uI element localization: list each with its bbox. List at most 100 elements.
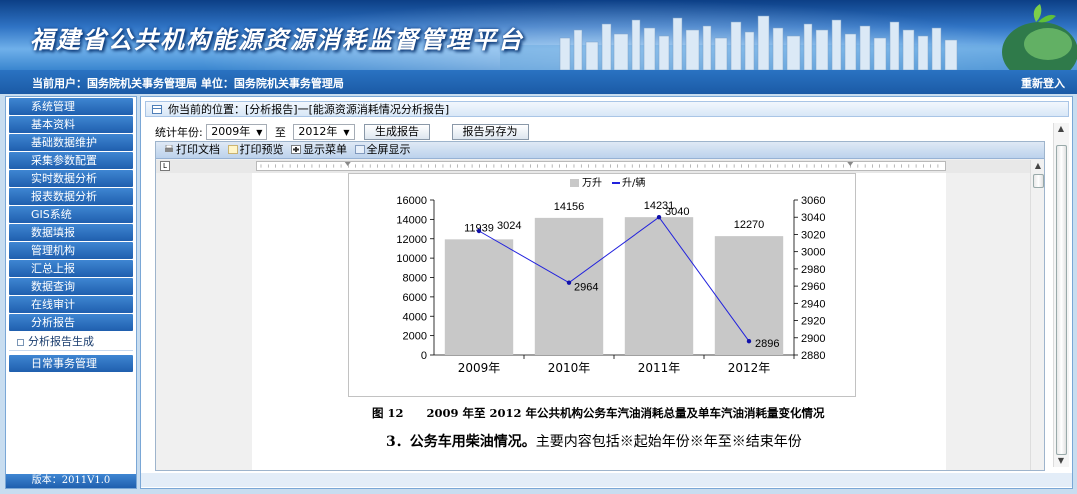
nav-item[interactable]: GIS系统 xyxy=(9,206,133,223)
y-right-tick-label: 3020 xyxy=(801,229,825,241)
line-value-label: 3040 xyxy=(665,206,689,218)
y-left-tick-label: 14000 xyxy=(396,214,427,226)
bottom-strip xyxy=(141,473,1072,487)
nav-subitem-report-generation[interactable]: 分析报告生成 xyxy=(9,332,133,351)
year-from-value: 2009年 xyxy=(211,125,251,138)
section-3-paragraph: 3．公务车用柴油情况。主要内容包括※起始年份※年至※结束年份 xyxy=(386,431,802,451)
figure-caption: 图 12 2009 年至 2012 年公共机构公务车汽油消耗总量及单车汽油消耗量… xyxy=(372,406,825,420)
scroll-thumb[interactable] xyxy=(1056,145,1067,455)
left-nav: 系统管理 基本资料 基础数据维护 采集参数配置 实时数据分析 报表数据分析 GIS系统 数据填… xyxy=(5,96,137,489)
nav-item[interactable]: 管理机构 xyxy=(9,242,133,259)
legend-swatch-bar xyxy=(570,179,579,187)
fullscreen-button[interactable]: 全屏显示 xyxy=(353,142,413,158)
scroll-thumb[interactable] xyxy=(1033,174,1044,188)
nav-item[interactable]: 在线审计 xyxy=(9,296,133,313)
nav-list: 系统管理 基本资料 基础数据维护 采集参数配置 实时数据分析 报表数据分析 GIS系统 数据填… xyxy=(6,98,136,372)
line-value-label: 3024 xyxy=(497,220,521,232)
report-viewer: 打印文档 打印预览 显示菜单 全屏显示 L 万升 升/辆 0 2000 4000… xyxy=(155,141,1045,471)
banner-title: 福建省公共机构能源资源消耗监督管理平台 xyxy=(30,26,524,54)
y-left-tick-label: 10000 xyxy=(396,253,427,265)
nav-item-daily-affairs[interactable]: 日常事务管理 xyxy=(9,355,133,372)
fullscreen-icon xyxy=(354,145,365,154)
viewer-toolbar: 打印文档 打印预览 显示菜单 全屏显示 xyxy=(156,142,1044,159)
nav-item[interactable]: 采集参数配置 xyxy=(9,152,133,169)
y-left-tick-label: 8000 xyxy=(403,273,427,285)
x-tick-label: 2010年 xyxy=(548,361,591,375)
viewer-vertical-scrollbar[interactable]: ▲ xyxy=(1030,160,1044,470)
nav-item[interactable]: 基础数据维护 xyxy=(9,134,133,151)
dropdown-arrow-icon: ▼ xyxy=(343,128,350,137)
nav-item[interactable]: 系统管理 xyxy=(9,98,133,115)
nav-item[interactable]: 数据查询 xyxy=(9,278,133,295)
y-right-tick-label: 3040 xyxy=(801,212,825,224)
print-preview-button[interactable]: 打印预览 xyxy=(226,142,286,158)
show-menu-label: 显示菜单 xyxy=(303,143,347,156)
y-right-tick-label: 2880 xyxy=(801,350,825,362)
breadcrumb: 你当前的位置：[分析报告]一[能源资源消耗情况分析报告] xyxy=(145,101,1069,117)
main-panel: 你当前的位置：[分析报告]一[能源资源消耗情况分析报告] 统计年份: 2009年… xyxy=(140,96,1073,489)
bar-value-label: 12270 xyxy=(734,219,765,231)
section-3-text: 主要内容包括※起始年份※年至※结束年份 xyxy=(535,434,802,450)
year-to-value: 2012年 xyxy=(298,125,338,138)
y-right-tick-label: 2980 xyxy=(801,264,825,276)
city-skyline-image xyxy=(500,4,1077,70)
year-from-select[interactable]: 2009年 ▼ xyxy=(206,124,268,140)
y-left-tick-label: 0 xyxy=(421,350,427,362)
scroll-up-icon[interactable]: ▲ xyxy=(1032,160,1044,172)
nav-item[interactable]: 分析报告 xyxy=(9,314,133,331)
line-point xyxy=(476,228,482,234)
line-point xyxy=(656,215,662,220)
relogin-link[interactable]: 重新登入 xyxy=(1021,75,1065,91)
y-left-tick-label: 16000 xyxy=(396,195,427,207)
y-right-tick-label: 2900 xyxy=(801,333,825,345)
y-right-tick-label: 2960 xyxy=(801,281,825,293)
nav-item[interactable]: 报表数据分析 xyxy=(9,188,133,205)
menu-icon xyxy=(291,145,301,154)
horizontal-ruler xyxy=(256,161,946,171)
bar xyxy=(714,236,784,355)
nav-item[interactable]: 实时数据分析 xyxy=(9,170,133,187)
document-page: 万升 升/辆 0 2000 4000 6000 8000 10000 12000 14000 16… xyxy=(252,173,946,470)
version-label: 版本：2011V1.0 xyxy=(6,474,136,488)
report-toolbar: 统计年份: 2009年 ▼ 至 2012年 ▼ 生成报告 报告另存为 xyxy=(155,124,529,142)
ruler-tab-icon[interactable]: L xyxy=(160,161,170,171)
show-menu-button[interactable]: 显示菜单 xyxy=(289,142,349,158)
year-to-select[interactable]: 2012年 ▼ xyxy=(293,124,355,140)
y-right-tick-label: 3000 xyxy=(801,247,825,259)
generate-report-button[interactable]: 生成报告 xyxy=(364,124,431,140)
print-document-label: 打印文档 xyxy=(176,143,220,156)
line-value-label: 2964 xyxy=(574,282,598,294)
y-left-tick-label: 4000 xyxy=(403,311,427,323)
y-right-tick-label: 3060 xyxy=(801,195,825,207)
banner: 福建省公共机构能源资源消耗监督管理平台 xyxy=(0,0,1077,70)
y-left-tick-label: 12000 xyxy=(396,234,427,246)
bar xyxy=(444,239,514,355)
year-label: 统计年份: xyxy=(155,126,203,139)
y-right-tick-label: 2940 xyxy=(801,298,825,310)
nav-subitem-label: 分析报告生成 xyxy=(28,335,94,348)
nav-item[interactable]: 基本资料 xyxy=(9,116,133,133)
nav-item[interactable]: 汇总上报 xyxy=(9,260,133,277)
page-icon xyxy=(152,105,162,114)
bar-value-label: 14156 xyxy=(554,201,585,213)
print-preview-label: 打印预览 xyxy=(239,143,284,156)
fullscreen-label: 全屏显示 xyxy=(366,143,411,156)
scroll-up-icon[interactable]: ▲ xyxy=(1055,123,1067,135)
x-tick-label: 2011年 xyxy=(638,361,681,375)
legend-label: 万升 xyxy=(582,177,602,189)
print-document-button[interactable]: 打印文档 xyxy=(162,142,222,158)
scroll-down-icon[interactable]: ▼ xyxy=(1055,455,1067,467)
section-3-heading: 3．公务车用柴油情况。 xyxy=(386,434,536,450)
combo-chart: 万升 升/辆 0 2000 4000 6000 8000 10000 12000 14000 16… xyxy=(348,173,856,397)
save-report-as-button[interactable]: 报告另存为 xyxy=(451,124,529,140)
nav-item[interactable]: 数据填报 xyxy=(9,224,133,241)
line-point xyxy=(566,280,572,285)
page-vertical-scrollbar[interactable]: ▲ ▼ xyxy=(1053,123,1069,467)
current-user-text: 当前用户：国务院机关事务管理局 单位：国务院机关事务管理局 xyxy=(32,77,344,90)
y-left-tick-label: 6000 xyxy=(403,292,427,304)
ruler-row: L xyxy=(156,160,1044,173)
y-right-tick-label: 2920 xyxy=(801,316,825,328)
x-tick-label: 2009年 xyxy=(458,361,501,375)
tree-node-icon xyxy=(17,338,24,346)
line-point xyxy=(746,339,752,344)
